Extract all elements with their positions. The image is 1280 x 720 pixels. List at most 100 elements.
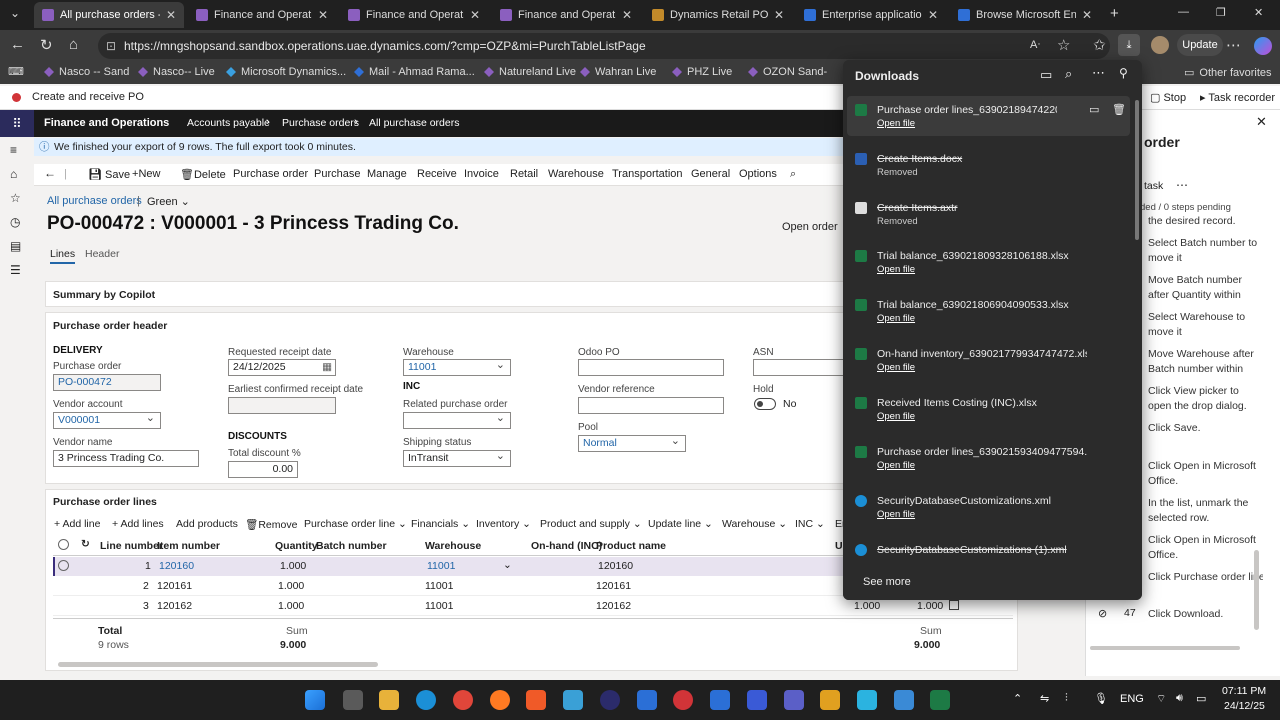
more-icon[interactable]: ⋯ <box>1176 178 1188 192</box>
shipping-status-field[interactable]: InTransit <box>403 449 511 467</box>
hold-toggle[interactable] <box>754 398 776 410</box>
edge-icon[interactable] <box>416 690 436 710</box>
open-file-link[interactable]: Open file <box>877 118 915 129</box>
copilot-summary-panel[interactable]: Summary by Copilot <box>45 281 875 307</box>
purchase-tab[interactable]: Purchase <box>314 168 360 180</box>
fav-item[interactable]: Nasco-- Live <box>138 66 215 78</box>
add-products-button[interactable]: Add products <box>176 518 238 530</box>
breadcrumb-item[interactable]: Purchase orders <box>282 117 359 129</box>
tab-enterprise-apps[interactable]: Enterprise applications ✕ <box>796 2 946 28</box>
update-button[interactable]: Update <box>1177 34 1223 56</box>
vendor-name-field[interactable]: 3 Princess Trading Co. <box>53 450 199 467</box>
favorite-star-icon[interactable]: ☆ <box>1057 36 1070 54</box>
bookmarks-icon[interactable]: ⌨ <box>8 65 24 78</box>
remove-button[interactable]: 🗑︎Remove <box>245 518 297 531</box>
invoice-tab[interactable]: Invoice <box>464 168 499 180</box>
workspaces-icon[interactable]: ▤ <box>10 239 21 253</box>
tray-icon[interactable]: ⇋ <box>1040 692 1049 705</box>
minimize-icon[interactable]: — <box>1178 6 1189 18</box>
tab-list-chevron-icon[interactable]: ⌄ <box>10 6 20 20</box>
recent-icon[interactable]: ◷ <box>10 215 20 229</box>
microphone-icon[interactable]: 🎙︎ <box>1094 692 1108 705</box>
downloads-scrollbar[interactable] <box>1135 100 1139 240</box>
related-po-field[interactable] <box>403 411 511 429</box>
refresh-icon[interactable]: ↻ <box>81 538 90 550</box>
col-batch-number[interactable]: Batch number <box>316 540 387 552</box>
fav-item[interactable]: Microsoft Dynamics... <box>226 66 346 78</box>
select-all-radio[interactable] <box>58 539 69 550</box>
favorites-icon[interactable]: ☆ <box>10 191 21 205</box>
horizontal-scrollbar[interactable] <box>58 662 378 667</box>
record-icon[interactable] <box>673 690 693 710</box>
firefox-icon[interactable] <box>490 690 510 710</box>
col-quantity[interactable]: Quantity <box>275 540 318 552</box>
warehouse-menu[interactable]: Warehouse ⌄ <box>722 518 787 530</box>
notepad-icon[interactable] <box>894 690 914 710</box>
chevron-up-icon[interactable]: ⌃ <box>1013 692 1022 705</box>
earliest-receipt-field[interactable] <box>228 397 336 414</box>
requested-receipt-field[interactable]: 24/12/2025 ▦ <box>228 359 336 376</box>
stop-button[interactable]: ▢ Stop <box>1150 91 1186 104</box>
brave-icon[interactable] <box>526 690 546 710</box>
save-button[interactable]: 💾︎ Save <box>88 168 130 181</box>
product-supply-menu[interactable]: Product and supply ⌄ <box>540 518 642 530</box>
options-tab[interactable]: Options <box>739 168 777 180</box>
inventory-menu[interactable]: Inventory ⌄ <box>476 518 531 530</box>
col-onhand[interactable]: On-hand (INC) <box>531 540 602 552</box>
fav-item[interactable]: Mail - Ahmad Rama... <box>354 66 475 78</box>
receive-tab[interactable]: Receive <box>417 168 457 180</box>
clock-date[interactable]: 24/12/25 <box>1224 700 1265 712</box>
modules-icon[interactable]: ☰ <box>10 263 21 277</box>
close-tab-icon[interactable]: ✕ <box>622 8 632 22</box>
view-selector[interactable]: Green ⌄ <box>147 195 190 208</box>
defender-icon[interactable] <box>637 690 657 710</box>
open-file-link[interactable]: Open file <box>877 264 915 275</box>
view-link[interactable]: All purchase orders <box>47 195 142 207</box>
app-icon[interactable] <box>563 690 583 710</box>
chrome-icon[interactable] <box>453 690 473 710</box>
maximize-icon[interactable]: ❐ <box>1216 6 1226 19</box>
tab-all-purchase-orders[interactable]: All purchase orders -- F ✕ <box>34 2 184 28</box>
purchase-order-line-menu[interactable]: Purchase order line ⌄ <box>304 518 407 530</box>
col-warehouse[interactable]: Warehouse <box>425 540 481 552</box>
recorder-step[interactable]: Move Batch number after Quantity within … <box>1148 273 1263 303</box>
general-tab[interactable]: General <box>691 168 730 180</box>
recorder-step[interactable]: Click Open in Microsoft Office. <box>1148 459 1263 489</box>
open-file-link[interactable]: Open file <box>877 460 915 471</box>
recorder-step[interactable]: Click Purchase order line <box>1148 570 1263 585</box>
file-explorer-icon[interactable] <box>379 690 399 710</box>
recorder-step[interactable]: Click Download. <box>1148 607 1263 622</box>
open-file-link[interactable]: Open file <box>877 411 915 422</box>
open-file-link[interactable]: Open file <box>877 362 915 373</box>
chevron-down-icon[interactable]: ⌄ <box>503 559 512 571</box>
odoo-po-field[interactable] <box>578 359 724 376</box>
close-tab-icon[interactable]: ✕ <box>774 8 784 22</box>
close-tab-icon[interactable]: ✕ <box>470 8 480 22</box>
tab-finance-3[interactable]: Finance and Operation ✕ <box>492 2 640 28</box>
row-radio[interactable] <box>58 560 69 571</box>
recorder-hscrollbar[interactable] <box>1090 646 1240 650</box>
language-indicator[interactable]: ENG <box>1120 693 1144 705</box>
new-button[interactable]: +New <box>132 168 160 180</box>
tray-icon[interactable]: ⫶ <box>1065 692 1068 705</box>
col-unit[interactable]: U <box>835 540 843 552</box>
recorder-scrollbar[interactable] <box>1254 550 1259 630</box>
new-tab-button[interactable]: + <box>1110 5 1119 22</box>
favorites-icon[interactable]: ✩ <box>1093 36 1106 54</box>
app-name[interactable]: Finance and Operations <box>44 117 169 129</box>
tab-lines[interactable]: Lines <box>50 248 76 264</box>
delete-icon[interactable]: 🗑︎ <box>1112 103 1126 116</box>
fav-item[interactable]: Wahran Live <box>580 66 656 78</box>
calendar-icon[interactable]: ▦ <box>322 360 332 375</box>
warehouse-tab[interactable]: Warehouse <box>548 168 604 180</box>
recorder-step[interactable]: Select Batch number to move it <box>1148 236 1263 266</box>
breadcrumb-item[interactable]: Accounts payable <box>187 117 270 129</box>
total-discount-field[interactable]: 0.00 <box>228 461 298 478</box>
cell-warehouse[interactable]: 11001 <box>427 560 455 572</box>
col-item-number[interactable]: Item number <box>157 540 220 552</box>
more-icon[interactable]: ⋯ <box>1226 36 1241 54</box>
see-more-link[interactable]: See more <box>863 576 911 588</box>
close-tab-icon[interactable]: ✕ <box>928 8 938 22</box>
warehouse-field[interactable]: 11001 <box>403 358 511 376</box>
app-icon[interactable] <box>820 690 840 710</box>
